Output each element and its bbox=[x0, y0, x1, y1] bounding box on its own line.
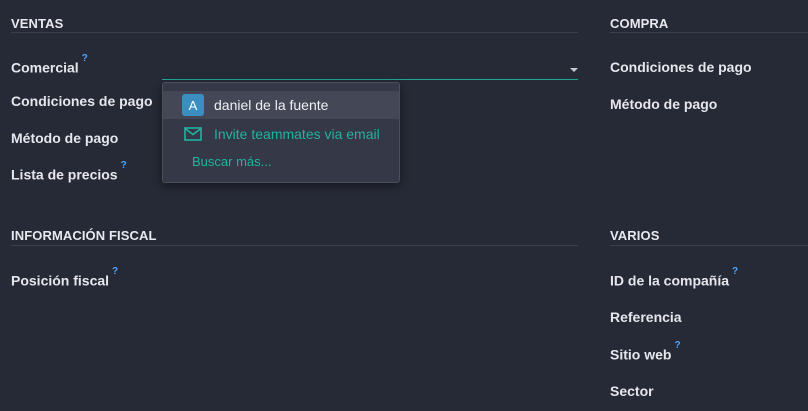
field-label-referencia: Referencia bbox=[610, 309, 682, 325]
section-title-varios: VARIOS bbox=[610, 228, 660, 243]
section-title-fiscal: INFORMACIÓN FISCAL bbox=[11, 228, 157, 243]
section-title-ventas: VENTAS bbox=[11, 16, 64, 31]
section-divider-compra bbox=[610, 32, 808, 33]
section-title-compra: COMPRA bbox=[610, 16, 669, 31]
comercial-autocomplete-dropdown: A daniel de la fuente Invite teammates v… bbox=[162, 82, 400, 183]
field-label-sector: Sector bbox=[610, 383, 654, 399]
field-label-condiciones-pago-compra: Condiciones de pago bbox=[610, 59, 752, 75]
comercial-input[interactable] bbox=[162, 79, 578, 80]
field-label-id-compania: ID de la compañía? bbox=[610, 266, 739, 289]
dropdown-item-search-more[interactable]: Buscar más... bbox=[163, 147, 399, 175]
field-label-posicion-fiscal: Posición fiscal? bbox=[11, 266, 119, 289]
section-divider-ventas bbox=[11, 32, 578, 33]
field-label-sitio-web: Sitio web? bbox=[610, 340, 681, 363]
dropdown-user-name: daniel de la fuente bbox=[214, 97, 329, 113]
help-tooltip-icon[interactable]: ? bbox=[112, 266, 118, 277]
field-label-lista-precios: Lista de precios? bbox=[11, 160, 127, 183]
dropdown-item-user[interactable]: A daniel de la fuente bbox=[163, 91, 399, 119]
avatar: A bbox=[182, 94, 204, 116]
field-label-condiciones-pago-ventas: Condiciones de pago bbox=[11, 93, 153, 109]
dropdown-item-invite[interactable]: Invite teammates via email bbox=[163, 120, 399, 148]
search-more-link: Buscar más... bbox=[192, 153, 272, 169]
invite-teammates-link: Invite teammates via email bbox=[214, 126, 380, 142]
help-tooltip-icon[interactable]: ? bbox=[121, 160, 127, 171]
section-divider-fiscal bbox=[11, 245, 578, 246]
field-label-metodo-pago-ventas: Método de pago bbox=[11, 130, 119, 146]
caret-down-icon[interactable] bbox=[570, 68, 578, 72]
envelope-icon bbox=[184, 127, 202, 141]
help-tooltip-icon[interactable]: ? bbox=[732, 266, 738, 277]
field-label-comercial: Comercial? bbox=[11, 53, 88, 76]
help-tooltip-icon[interactable]: ? bbox=[82, 53, 88, 64]
help-tooltip-icon[interactable]: ? bbox=[674, 340, 680, 351]
field-label-metodo-pago-compra: Método de pago bbox=[610, 96, 718, 112]
section-divider-varios bbox=[610, 245, 808, 246]
